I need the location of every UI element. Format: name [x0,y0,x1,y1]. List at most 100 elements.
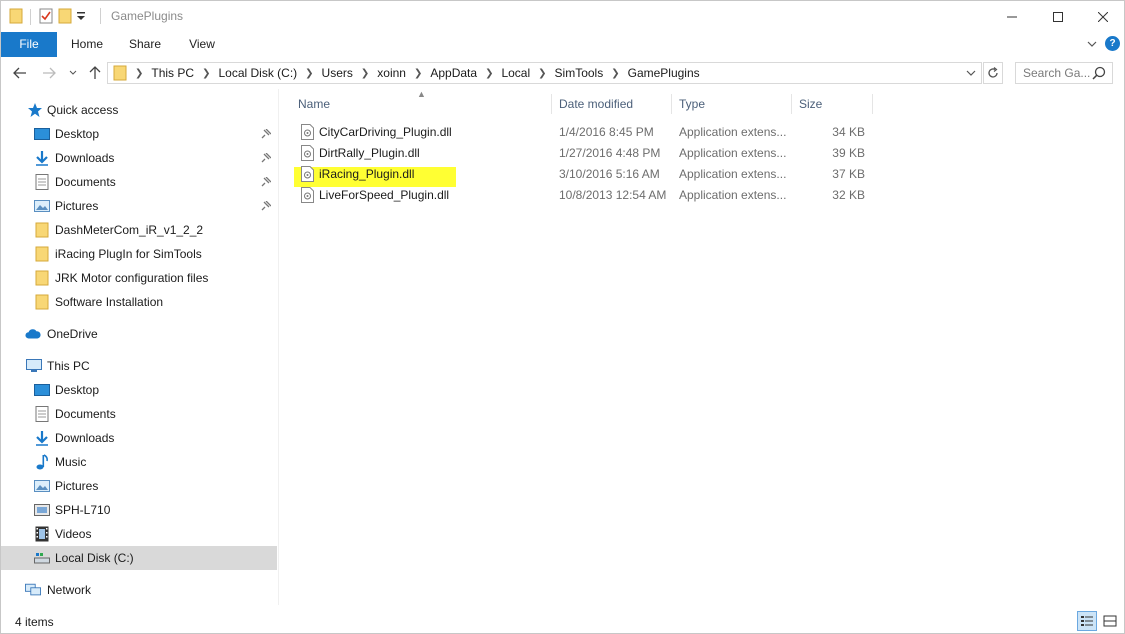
nav-quick-access[interactable]: Quick access [1,98,277,122]
back-arrow-icon [13,67,26,79]
new-folder-icon[interactable] [58,8,72,27]
address-bar[interactable]: ❯ This PC ❯ Local Disk (C:) ❯ Users ❯ xoinn … [107,62,982,84]
pictures-icon [34,198,50,214]
breadcrumb-appdata[interactable]: ❯ AppData [406,66,477,80]
details-view-button[interactable] [1077,611,1097,631]
desktop-icon [34,126,50,142]
nav-network[interactable]: Network [1,578,277,602]
column-separator[interactable] [671,94,672,114]
expand-ribbon-icon[interactable] [1087,37,1097,51]
separator [30,9,31,25]
dll-file-icon [301,166,314,185]
sidebar-item-pictures[interactable]: Pictures [1,194,277,218]
recent-locations-button[interactable] [63,63,83,83]
maximize-icon [1053,11,1063,22]
file-date: 1/4/2016 8:45 PM [559,125,654,139]
search-placeholder: Search Ga... [1023,66,1091,80]
large-icons-view-button[interactable] [1100,611,1120,631]
breadcrumb-local-disk[interactable]: ❯ Local Disk (C:) [194,66,297,80]
sidebar-item-software-installation[interactable]: Software Installation [1,290,277,314]
address-dropdown-button[interactable] [961,63,981,83]
refresh-button[interactable] [983,62,1003,84]
title-bar: GamePlugins [1,1,1124,32]
folder-icon [34,294,50,310]
minimize-button[interactable] [989,1,1035,32]
file-row[interactable]: CityCarDriving_Plugin.dll 1/4/2016 8:45 … [295,122,875,143]
cloud-icon [25,326,41,342]
sidebar-item-iracing-plugin[interactable]: iRacing PlugIn for SimTools [1,242,277,266]
film-icon [34,526,50,542]
back-button[interactable] [10,63,30,83]
nav-onedrive[interactable]: OneDrive [1,322,277,346]
sidebar-item-desktop[interactable]: Desktop [1,122,277,146]
file-size: 37 KB [832,167,865,181]
file-date: 3/10/2016 5:16 AM [559,167,660,181]
properties-icon[interactable] [38,8,54,27]
download-arrow-icon [34,430,50,446]
sidebar-item-pc-music[interactable]: Music [1,450,277,474]
file-name: iRacing_Plugin.dll [319,167,415,181]
file-type: Application extens... [679,125,787,139]
tab-home[interactable]: Home [63,32,111,57]
tab-share[interactable]: Share [121,32,169,57]
dll-file-icon [301,145,314,164]
sidebar-item-pc-desktop[interactable]: Desktop [1,378,277,402]
sidebar-item-pc-sph-l710[interactable]: SPH-L710 [1,498,277,522]
column-header-name[interactable]: Name [298,89,550,119]
up-button[interactable] [85,63,105,83]
forward-button[interactable] [39,63,59,83]
column-separator[interactable] [791,94,792,114]
folder-icon [34,270,50,286]
breadcrumb-gameplugins[interactable]: ❯ GamePlugins [603,66,699,80]
refresh-icon [988,67,998,78]
tab-view[interactable]: View [179,32,225,57]
breadcrumb-xoinn[interactable]: ❯ xoinn [353,66,406,80]
sidebar-item-downloads[interactable]: Downloads [1,146,277,170]
sidebar-item-pc-local-disk[interactable]: Local Disk (C:) [1,546,277,570]
column-separator[interactable] [551,94,552,114]
file-size: 32 KB [832,188,865,202]
file-size: 39 KB [832,146,865,160]
breadcrumb-local[interactable]: ❯ Local [477,66,530,80]
maximize-button[interactable] [1035,1,1081,32]
breadcrumb-users[interactable]: ❯ Users [297,66,353,80]
tab-file[interactable]: File [1,32,57,57]
folder-icon [9,8,23,27]
pin-icon[interactable] [261,200,272,214]
file-list: ▲ Name Date modified Type Size CityCarDr… [279,89,1124,605]
sidebar-item-pc-downloads[interactable]: Downloads [1,426,277,450]
column-header-date[interactable]: Date modified [559,89,669,119]
pin-icon[interactable] [261,152,272,166]
breadcrumb-simtools[interactable]: ❯ SimTools [530,66,603,80]
device-icon [34,502,50,518]
file-row[interactable]: DirtRally_Plugin.dll 1/27/2016 4:48 PM A… [295,143,875,164]
sidebar-item-pc-videos[interactable]: Videos [1,522,277,546]
help-icon[interactable]: ? [1105,36,1120,51]
breadcrumb-this-pc[interactable]: ❯ This PC [127,66,194,80]
sidebar-item-pc-pictures[interactable]: Pictures [1,474,277,498]
network-icon [25,582,41,598]
column-separator[interactable] [872,94,873,114]
close-icon [1098,11,1108,22]
pin-icon[interactable] [261,128,272,142]
sidebar-item-dashmetercom[interactable]: DashMeterCom_iR_v1_2_2 [1,218,277,242]
sidebar-item-documents[interactable]: Documents [1,170,277,194]
up-arrow-icon [89,66,101,79]
file-row[interactable]: LiveForSpeed_Plugin.dll 10/8/2013 12:54 … [295,185,875,206]
file-row[interactable]: iRacing_Plugin.dll 3/10/2016 5:16 AM App… [295,164,875,185]
column-header-size[interactable]: Size [799,89,869,119]
details-view-icon [1081,616,1093,626]
sidebar-item-pc-documents[interactable]: Documents [1,402,277,426]
folder-icon [34,246,50,262]
drive-icon [34,550,50,566]
pin-icon[interactable] [261,176,272,190]
quick-access-toolbar [9,7,86,27]
nav-this-pc[interactable]: This PC [1,354,277,378]
sidebar-item-jrk-motor[interactable]: JRK Motor configuration files [1,266,277,290]
close-button[interactable] [1080,1,1125,32]
star-icon [27,102,43,118]
column-header-type[interactable]: Type [679,89,789,119]
search-box[interactable]: Search Ga... [1015,62,1113,84]
navigation-pane: Quick access Desktop Downloads Documents [1,93,277,605]
customize-toolbar-icon[interactable] [76,10,86,25]
